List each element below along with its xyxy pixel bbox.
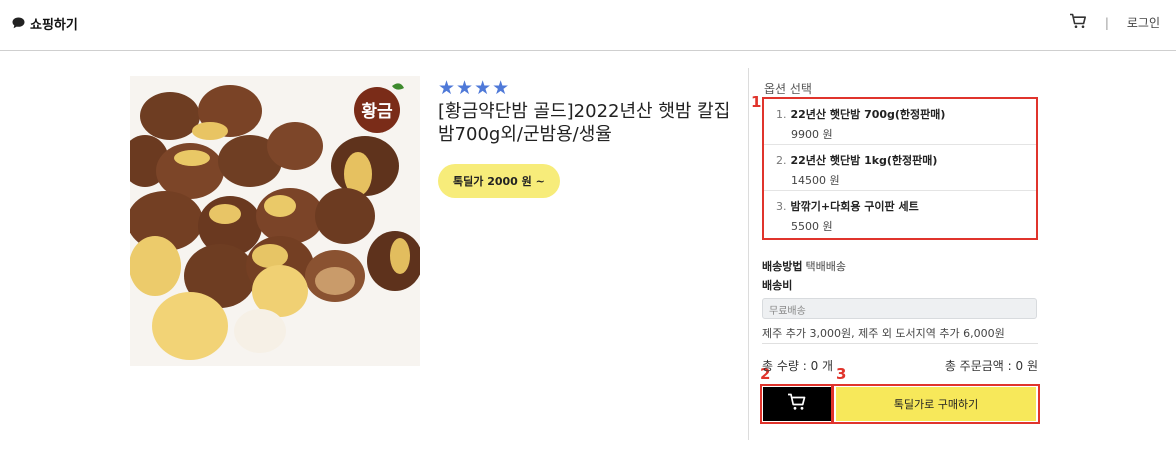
option-number: 1. xyxy=(776,108,787,121)
option-number: 2. xyxy=(776,154,787,167)
options-list: 1. 22년산 햇단밤 700g(한정판매) 9900 원 2. 22년산 햇단밤 … xyxy=(762,97,1038,240)
option-name: 22년산 햇단밤 700g(한정판매) xyxy=(790,108,946,121)
shipping-fee-title: 배송비 xyxy=(762,279,793,292)
shipping-method-title: 배송방법 xyxy=(762,260,803,273)
cart-icon[interactable] xyxy=(1069,13,1087,32)
product-info: ★★★★ [황금약단밤 골드]2022년산 햇밤 칼집밤700g외/군밤용/생율… xyxy=(438,78,738,198)
header-actions: | 로그인 xyxy=(1069,13,1160,32)
product-title: [황금약단밤 골드]2022년산 햇밤 칼집밤700g외/군밤용/생율 xyxy=(438,101,731,145)
total-amount: 총 주문금액 : 0 원 xyxy=(944,359,1038,373)
option-price: 9900 원 xyxy=(791,128,833,141)
totals-divider xyxy=(762,343,1038,344)
header-separator: | xyxy=(1104,15,1109,30)
rating-stars: ★★★★ xyxy=(438,77,511,99)
brand-label: 쇼핑하기 xyxy=(30,18,78,33)
option-number: 3. xyxy=(776,200,787,213)
options-panel: 옵션 선택 1. 22년산 햇단밤 700g(한정판매) 9900 원 2. 22년… xyxy=(762,80,1038,240)
annotation-1: 1 xyxy=(751,93,762,111)
buy-now-button[interactable]: 톡딜가로 구매하기 xyxy=(836,387,1036,421)
deal-price-button[interactable]: 톡딜가 2000 원 ~ xyxy=(438,164,560,198)
logo-text: 황금 xyxy=(361,102,393,122)
shipping-method-value: 택배배송 xyxy=(805,260,846,273)
shipping-section: 배송방법 택배배송 배송비 무료배송 제주 추가 3,000원, 제주 외 도서지… xyxy=(762,258,1038,341)
option-item[interactable]: 2. 22년산 햇단밤 1kg(한정판매) 14500 원 xyxy=(764,145,1036,191)
option-price: 5500 원 xyxy=(791,220,833,233)
brand-link[interactable]: 쇼핑하기 xyxy=(12,14,78,33)
add-to-cart-button[interactable] xyxy=(763,387,831,421)
cart-icon xyxy=(787,393,807,415)
column-divider xyxy=(748,68,749,440)
total-quantity: 총 수량 : 0 개 xyxy=(762,359,834,373)
option-item[interactable]: 3. 밤깎기+다회용 구이판 세트 5500 원 xyxy=(764,191,1036,237)
shipping-fee-field: 무료배송 xyxy=(762,298,1037,319)
login-link[interactable]: 로그인 xyxy=(1127,14,1160,31)
option-item[interactable]: 1. 22년산 햇단밤 700g(한정판매) 9900 원 xyxy=(764,99,1036,145)
shipping-note: 제주 추가 3,000원, 제주 외 도서지역 추가 6,000원 xyxy=(762,327,1005,340)
top-bar: 쇼핑하기 | 로그인 xyxy=(0,0,1176,51)
option-price: 14500 원 xyxy=(791,174,840,187)
chat-bubble-icon xyxy=(12,14,25,33)
totals-row: 총 수량 : 0 개 총 주문금액 : 0 원 xyxy=(762,357,1038,374)
annotation-frame-divider xyxy=(831,386,834,422)
product-image: 황금 xyxy=(130,76,420,366)
options-label: 옵션 선택 xyxy=(764,82,812,96)
option-name: 밤깎기+다회용 구이판 세트 xyxy=(790,200,919,213)
option-name: 22년산 햇단밤 1kg(한정판매) xyxy=(790,154,938,167)
